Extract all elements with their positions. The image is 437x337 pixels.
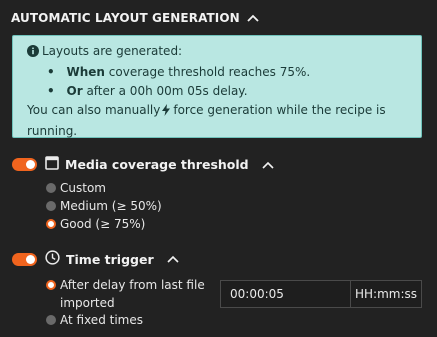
info-manual-text: You can also manually [27,103,161,117]
radio-fixed-times[interactable] [46,315,56,325]
radio-custom[interactable] [46,183,56,193]
clock-icon [45,250,60,268]
info-bullet-keyword: When [66,65,105,79]
info-bullet-text: coverage threshold reaches 75%. [104,65,311,79]
bolt-icon [162,103,171,122]
coverage-option-good[interactable]: Good (≥ 75%) [46,217,145,231]
info-bullet-text: after a 00h 00m 05s delay. [82,84,248,98]
radio-label: After delay from last file [60,278,205,292]
delay-time-input[interactable]: 00:00:05 [221,281,351,307]
radio-label-cont: imported [60,296,115,310]
info-bullet-keyword: Or [66,84,83,98]
radio-label: Medium (≥ 50%) [60,199,162,213]
time-trigger-label: Time trigger [66,251,154,267]
coverage-option-custom[interactable]: Custom [46,181,106,195]
radio-label: Custom [60,181,106,195]
time-trigger-section-header: Time trigger [12,250,180,268]
delay-time-field[interactable]: 00:00:05 HH:mm:ss [220,280,422,308]
info-manual-text-cont: force generation while the recipe is [173,103,386,117]
coverage-toggle[interactable] [12,158,37,171]
image-frame-icon [45,156,59,173]
time-option-delay[interactable]: After delay from last file imported [46,276,205,312]
radio-after-delay[interactable] [46,280,56,290]
info-intro: Layouts are generated: [42,44,183,58]
coverage-label: Media coverage threshold [65,157,249,172]
time-option-fixed[interactable]: At fixed times [46,313,143,327]
chevron-up-icon[interactable] [261,160,275,170]
radio-label: At fixed times [60,313,143,327]
chevron-up-icon[interactable] [246,13,260,23]
coverage-section-header: Media coverage threshold [12,156,275,173]
info-manual-text-end: running. [27,124,78,138]
delay-time-format: HH:mm:ss [354,287,417,301]
section-header[interactable]: AUTOMATIC LAYOUT GENERATION [11,9,260,27]
info-bullet-coverage: When coverage threshold reaches 75%. [27,63,411,82]
radio-good[interactable] [46,219,56,229]
radio-medium[interactable] [46,201,56,211]
info-bullet-delay: Or after a 00h 00m 05s delay. [27,82,411,101]
info-icon [27,44,39,63]
section-title: AUTOMATIC LAYOUT GENERATION [11,11,240,25]
coverage-option-medium[interactable]: Medium (≥ 50%) [46,199,162,213]
chevron-up-icon[interactable] [166,254,180,264]
time-trigger-toggle[interactable] [12,252,37,266]
radio-label: Good (≥ 75%) [60,217,146,231]
info-box: Layouts are generated: When coverage thr… [12,35,422,138]
